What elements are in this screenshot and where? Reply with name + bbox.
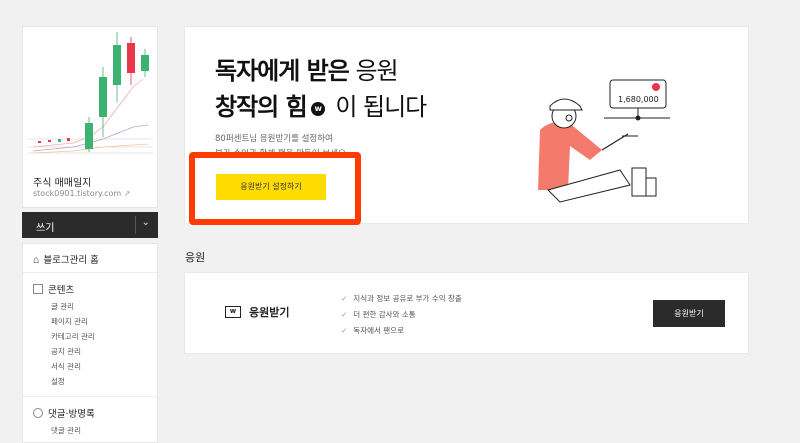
support-card: w 응원받기 ✓ 지식과 정보 공유로 부가 수익 창출 ✓ 더 편한 감사와 소통…	[184, 272, 749, 354]
sidebar-item-contents[interactable]: 콘텐츠	[33, 282, 74, 296]
sidebar-menu: ⌂ 블로그관리 홈 콘텐츠 글 관리 페이지 관리 카테고리 관리 공지 관리 서…	[22, 243, 158, 443]
feature-item: ✓ 더 편한 감사와 소통	[341, 309, 416, 320]
promo-title-line1: 독자에게 받은 응원	[215, 51, 399, 86]
sidebar-item-comments[interactable]: 댓글·방명록	[33, 406, 95, 420]
blog-profile-card[interactable]: 주식 매매일지 stock0901.tistory.com ↗	[22, 26, 158, 208]
feature-item: ✓ 독자에서 팬으로	[341, 325, 404, 336]
w-badge-icon: w	[310, 102, 325, 116]
sidebar-subitem-posts[interactable]: 글 관리	[51, 301, 74, 312]
feature-item-text: 더 편한 감사와 소통	[353, 310, 416, 319]
menu-divider	[23, 272, 157, 273]
write-button[interactable]: 쓰기	[36, 219, 54, 234]
promo-title-line1-bold: 독자에게 받은	[215, 57, 350, 85]
sidebar-subitem-templates[interactable]: 서식 관리	[51, 361, 81, 372]
blog-url-text[interactable]: stock0901.tistory.com	[33, 189, 121, 198]
creator-illustration: 1,680,000	[520, 60, 710, 210]
support-w-icon: w	[225, 306, 241, 318]
promo-description-line1: 80퍼센트님 응원받기를 설정하여	[215, 134, 333, 144]
support-button[interactable]: 응원받기	[653, 300, 725, 327]
sidebar-subitem-categories[interactable]: 카테고리 관리	[51, 331, 95, 342]
write-button-bar[interactable]: 쓰기 ⌄	[22, 212, 158, 238]
sidebar-subitem-settings[interactable]: 설정	[51, 376, 65, 387]
promo-title-line2: 창작의 힘w 이 됩니다	[215, 87, 427, 122]
chevron-down-icon[interactable]: ⌄	[142, 217, 150, 228]
promo-title-line1-light: 응원	[348, 57, 398, 85]
document-icon	[33, 284, 43, 294]
section-title: 응원	[185, 251, 206, 264]
sidebar-item-contents-label: 콘텐츠	[48, 285, 75, 296]
sidebar-subitem-notices[interactable]: 공지 관리	[51, 346, 81, 357]
check-icon: ✓	[341, 310, 348, 319]
support-card-title: 응원받기	[249, 306, 290, 319]
comment-icon	[33, 408, 43, 418]
promo-title-line2-bold: 창작의 힘	[215, 93, 308, 121]
sidebar-subitem-pages[interactable]: 페이지 관리	[51, 316, 88, 327]
feature-item-text: 지식과 정보 공유로 부가 수익 창출	[353, 294, 462, 303]
check-icon: ✓	[341, 326, 348, 335]
promo-title-line2-light: 이 됩니다	[328, 93, 427, 121]
menu-divider	[23, 396, 157, 397]
sidebar-item-home-label: 블로그관리 홈	[43, 255, 99, 266]
feature-item: ✓ 지식과 정보 공유로 부가 수익 창출	[341, 293, 462, 304]
check-icon: ✓	[341, 294, 348, 303]
amount-text: 1,680,000	[618, 95, 659, 104]
blog-url[interactable]: stock0901.tistory.com ↗	[33, 189, 130, 198]
sidebar-item-comments-label: 댓글·방명록	[48, 409, 95, 420]
external-link-icon: ↗	[123, 189, 131, 198]
sidebar-subitem-comment-manage[interactable]: 댓글 관리	[51, 425, 81, 436]
blog-name[interactable]: 주식 매매일지	[33, 174, 91, 189]
sidebar-item-home[interactable]: ⌂ 블로그관리 홈	[33, 252, 99, 266]
blog-thumbnail-chart	[23, 27, 157, 163]
feature-item-text: 독자에서 팬으로	[353, 326, 404, 335]
support-setup-button[interactable]: 응원받기 설정하기	[216, 174, 326, 200]
home-icon: ⌂	[33, 255, 40, 266]
write-divider	[135, 216, 136, 234]
